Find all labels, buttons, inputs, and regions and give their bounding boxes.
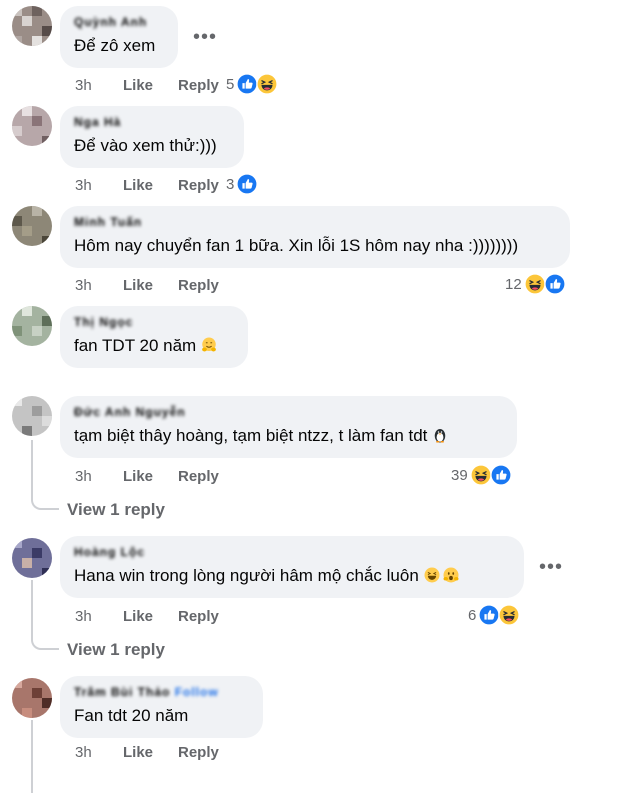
comment-timestamp[interactable]: 3h — [75, 608, 123, 625]
comment-bubble: Đức Anh Nguyễn tạm biệt thây hoàng, tạm … — [60, 396, 517, 458]
comment-actions: 3h Like Reply — [75, 606, 219, 626]
avatar[interactable] — [12, 6, 52, 46]
reaction-summary[interactable]: 6 — [468, 603, 521, 627]
comment-bubble: Hoàng Lộc Hana win trong lòng người hâm … — [60, 536, 524, 598]
comment-author[interactable]: Hoàng Lộc — [74, 545, 510, 559]
comment-text: Để vào xem thử:))) — [74, 136, 217, 155]
avatar[interactable] — [12, 206, 52, 246]
comment-actions: 3h Like Reply — [75, 175, 219, 195]
thread-elbow — [31, 634, 59, 650]
like-reaction-icon — [489, 464, 512, 486]
comment-author[interactable]: Quỳnh Anh — [74, 15, 164, 29]
like-button[interactable]: Like — [123, 608, 178, 625]
view-replies-link[interactable]: View 1 reply — [67, 500, 165, 520]
haha-reaction-icon — [498, 604, 521, 626]
like-button[interactable]: Like — [123, 177, 178, 194]
comment-text: Hôm nay chuyển fan 1 bữa. Xin lỗi 1S hôm… — [74, 236, 519, 255]
thread-line — [31, 720, 33, 793]
view-replies-link[interactable]: View 1 reply — [67, 640, 165, 660]
more-options-icon[interactable]: ••• — [193, 27, 217, 47]
comment-text: Hana win trong lòng người hâm mộ chắc lu… — [74, 565, 510, 587]
thread-elbow — [31, 494, 59, 510]
reaction-count: 5 — [226, 75, 235, 93]
haha-reaction-icon — [256, 73, 279, 95]
comment-author[interactable]: Đức Anh Nguyễn — [74, 405, 503, 419]
reaction-summary[interactable]: 5 — [226, 72, 279, 96]
comment-timestamp[interactable]: 3h — [75, 277, 123, 294]
reaction-summary[interactable]: 3 — [226, 172, 259, 196]
comment-text: fan TDT 20 năm — [74, 335, 234, 357]
like-reaction-icon — [543, 273, 566, 295]
reply-button[interactable]: Reply — [178, 608, 219, 625]
like-button[interactable]: Like — [123, 77, 178, 94]
comment-text: tạm biệt thây hoàng, tạm biệt ntzz, t là… — [74, 425, 503, 447]
comment-text: Để zô xem — [74, 36, 156, 55]
comment-text: Fan tdt 20 năm — [74, 706, 189, 725]
comment-actions: 3h Like Reply — [75, 275, 219, 295]
hug-face-emoji-icon — [202, 337, 217, 352]
like-reaction-icon — [236, 73, 259, 95]
haha-reaction-icon — [469, 464, 492, 486]
reaction-count: 39 — [451, 466, 468, 484]
like-button[interactable]: Like — [123, 277, 178, 294]
haha-reaction-icon — [523, 273, 546, 295]
comment-timestamp[interactable]: 3h — [75, 77, 123, 94]
like-button[interactable]: Like — [123, 744, 178, 761]
reaction-count: 3 — [226, 175, 235, 193]
reply-button[interactable]: Reply — [178, 77, 219, 94]
reply-button[interactable]: Reply — [178, 468, 219, 485]
avatar[interactable] — [12, 396, 52, 436]
comment-bubble: Nga Hà Để vào xem thử:))) — [60, 106, 244, 168]
reaction-count: 12 — [505, 275, 522, 293]
thread-line — [31, 580, 33, 635]
avatar[interactable] — [12, 678, 52, 718]
avatar[interactable] — [12, 538, 52, 578]
comment-timestamp[interactable]: 3h — [75, 468, 123, 485]
comment-bubble: Thị Ngọc fan TDT 20 năm — [60, 306, 248, 368]
reaction-summary[interactable]: 39 — [451, 463, 512, 487]
comment-bubble: Trâm Bùi Thảo Follow Fan tdt 20 năm — [60, 676, 263, 738]
comment-timestamp[interactable]: 3h — [75, 177, 123, 194]
reaction-count: 6 — [468, 606, 477, 624]
like-reaction-icon — [236, 173, 259, 195]
comment-author[interactable]: Trâm Bùi Thảo Follow — [74, 685, 249, 699]
comment-actions: 3h Like Reply — [75, 75, 219, 95]
comment-bubble: Quỳnh Anh Để zô xem — [60, 6, 178, 68]
comment-author[interactable]: Thị Ngọc — [74, 315, 234, 329]
comment-actions: 3h Like Reply — [75, 466, 219, 486]
reaction-summary[interactable]: 12 — [505, 272, 566, 296]
shocked-emoji-icon — [443, 567, 459, 583]
comment-timestamp[interactable]: 3h — [75, 744, 123, 761]
penguin-emoji-icon — [435, 429, 446, 443]
reply-button[interactable]: Reply — [178, 177, 219, 194]
comment-bubble: Minh Tuấn Hôm nay chuyển fan 1 bữa. Xin … — [60, 206, 570, 268]
like-reaction-icon — [478, 604, 501, 626]
comment-actions: 3h Like Reply — [75, 742, 219, 762]
thread-line — [31, 440, 33, 495]
avatar[interactable] — [12, 306, 52, 346]
laughing-emoji-icon — [424, 567, 440, 583]
avatar[interactable] — [12, 106, 52, 146]
reply-button[interactable]: Reply — [178, 277, 219, 294]
comment-author[interactable]: Nga Hà — [74, 115, 230, 129]
reply-button[interactable]: Reply — [178, 744, 219, 761]
comment-author[interactable]: Minh Tuấn — [74, 215, 556, 229]
more-options-icon[interactable]: ••• — [539, 557, 563, 577]
like-button[interactable]: Like — [123, 468, 178, 485]
